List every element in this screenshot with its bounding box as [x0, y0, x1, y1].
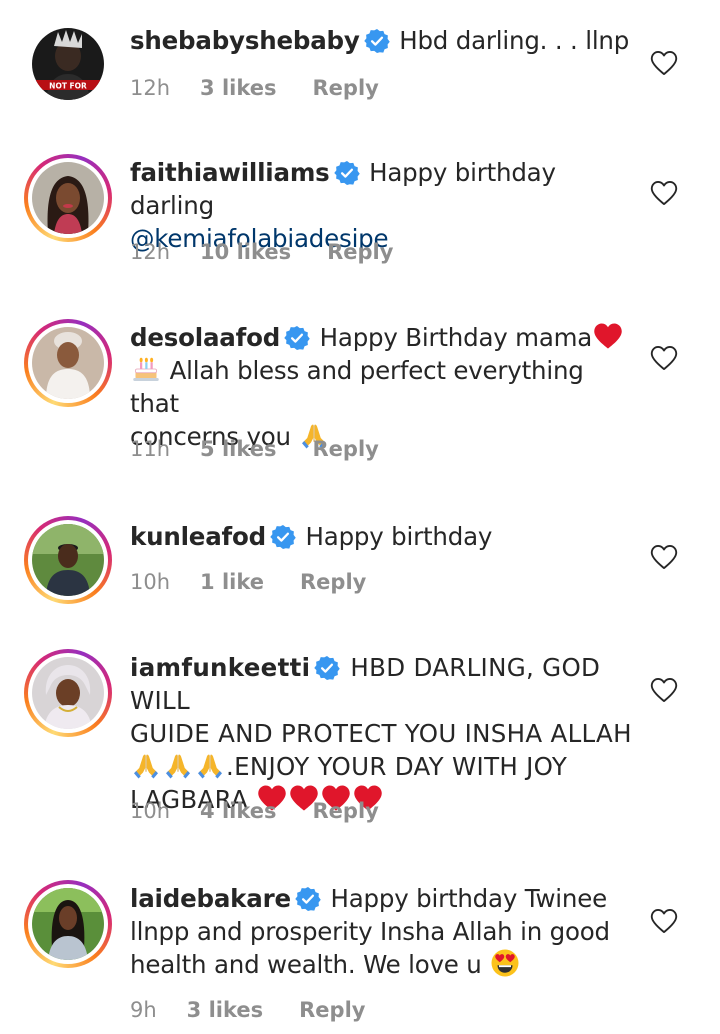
heart-eyes-icon	[490, 948, 520, 978]
birthday-cake-icon	[131, 354, 161, 384]
verified-badge-icon	[270, 524, 296, 550]
comment-time: 12h	[130, 76, 171, 100]
comment-time: 10h	[130, 799, 171, 823]
comment-meta: 10h 4 likes Reply	[130, 799, 379, 823]
like-button[interactable]	[650, 180, 678, 206]
comment-time: 10h	[130, 570, 171, 594]
avatar[interactable]	[24, 154, 112, 242]
avatar[interactable]	[24, 880, 112, 968]
comment-meta: 11h 5 likes Reply	[130, 437, 379, 461]
like-button[interactable]	[650, 50, 678, 76]
red-heart-icon	[593, 321, 623, 351]
comment-body: laidebakare Happy birthday Twinee llnpp …	[130, 882, 640, 981]
heart-outline-icon	[650, 180, 678, 206]
heart-outline-icon	[650, 544, 678, 570]
heart-outline-icon	[650, 908, 678, 934]
reply-button[interactable]: Reply	[300, 570, 366, 594]
comment-item: desolaafod Happy Birthday mama Allah ble…	[0, 315, 720, 500]
comment-text: Hbd darling. . . llnp	[399, 26, 630, 55]
heart-outline-icon	[650, 345, 678, 371]
comment-likes[interactable]: 3 likes	[200, 76, 276, 100]
avatar[interactable]	[24, 649, 112, 737]
comment-text: Happy birthday	[305, 522, 493, 551]
like-button[interactable]	[650, 677, 678, 703]
comment-body: iamfunkeetti HBD DARLING, GOD WILL GUIDE…	[130, 651, 640, 816]
reply-button[interactable]: Reply	[299, 998, 365, 1022]
comment-time: 11h	[130, 437, 171, 461]
verified-badge-icon	[334, 160, 360, 186]
reply-button[interactable]: Reply	[313, 76, 379, 100]
comment-item: kunleafod Happy birthday 10h 1 like Reply	[0, 512, 720, 642]
comment-username[interactable]: desolaafod	[130, 323, 280, 352]
comment-text-line: Happy birthday Twinee	[330, 884, 607, 913]
avatar[interactable]	[24, 516, 112, 604]
comment-meta: 12h 3 likes Reply	[130, 76, 379, 100]
heart-outline-icon	[650, 50, 678, 76]
comment-likes[interactable]: 4 likes	[200, 799, 276, 823]
comment-list: NOT FOR shebabyshebaby Hbd darling. . . …	[0, 0, 720, 1034]
avatar[interactable]: NOT FOR	[32, 28, 104, 100]
comment-likes[interactable]: 5 likes	[200, 437, 276, 461]
comment-text-line: .ENJOY YOUR DAY WITH JOY	[226, 752, 568, 781]
avatar[interactable]	[24, 319, 112, 407]
comment-text-line: Happy Birthday mama	[319, 323, 593, 352]
comment-username[interactable]: kunleafod	[130, 522, 266, 551]
reply-button[interactable]: Reply	[313, 437, 379, 461]
comment-text-line: Allah bless and perfect everything that	[130, 356, 584, 418]
comment-text-line: GUIDE AND PROTECT YOU INSHA ALLAH	[130, 719, 632, 748]
verified-badge-icon	[314, 655, 340, 681]
comment-body: desolaafod Happy Birthday mama Allah ble…	[130, 321, 640, 453]
comment-time: 12h	[130, 240, 171, 264]
comment-body: shebabyshebaby Hbd darling. . . llnp	[130, 24, 640, 57]
comment-item: NOT FOR shebabyshebaby Hbd darling. . . …	[0, 0, 720, 130]
comment-text-line: llnpp and prosperity Insha Allah in good	[130, 917, 610, 946]
comment-item: faithiawilliams Happy birthday darling @…	[0, 150, 720, 300]
comment-likes[interactable]: 3 likes	[187, 998, 263, 1022]
like-button[interactable]	[650, 544, 678, 570]
like-button[interactable]	[650, 908, 678, 934]
folded-hands-icon	[163, 750, 193, 780]
comment-text-line: health and wealth. We love u	[130, 950, 482, 979]
like-button[interactable]	[650, 345, 678, 371]
comment-item: iamfunkeetti HBD DARLING, GOD WILL GUIDE…	[0, 645, 720, 860]
reply-button[interactable]: Reply	[327, 240, 393, 264]
comment-username[interactable]: shebabyshebaby	[130, 26, 360, 55]
verified-badge-icon	[364, 28, 390, 54]
comment-meta: 12h 10 likes Reply	[130, 240, 393, 264]
verified-badge-icon	[284, 325, 310, 351]
comment-likes[interactable]: 1 like	[200, 570, 264, 594]
reply-button[interactable]: Reply	[313, 799, 379, 823]
comment-body: kunleafod Happy birthday	[130, 520, 640, 553]
comment-username[interactable]: faithiawilliams	[130, 158, 330, 187]
verified-badge-icon	[295, 886, 321, 912]
heart-outline-icon	[650, 677, 678, 703]
comment-time: 9h	[130, 998, 157, 1022]
comment-username[interactable]: laidebakare	[130, 884, 291, 913]
comment-likes[interactable]: 10 likes	[200, 240, 291, 264]
avatar-logo-text: NOT FOR	[49, 82, 87, 91]
comment-meta: 10h 1 like Reply	[130, 570, 366, 594]
comment-meta: 9h 3 likes Reply	[130, 998, 365, 1022]
folded-hands-icon	[195, 750, 225, 780]
folded-hands-icon	[131, 750, 161, 780]
comment-item: laidebakare Happy birthday Twinee llnpp …	[0, 876, 720, 1034]
comment-username[interactable]: iamfunkeetti	[130, 653, 310, 682]
